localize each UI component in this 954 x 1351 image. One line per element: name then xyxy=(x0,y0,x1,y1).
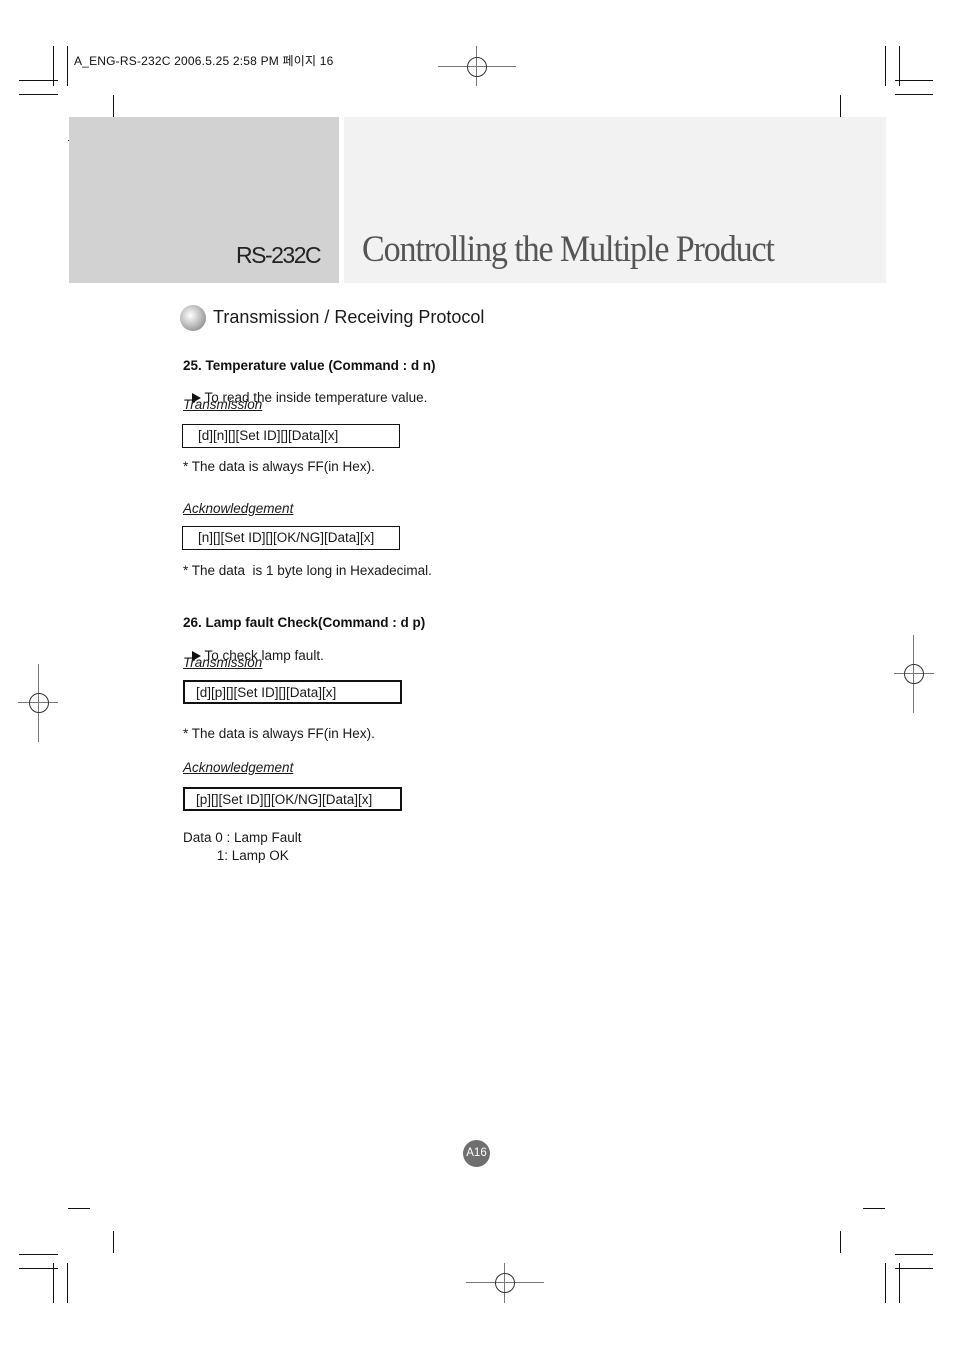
crop-mark xyxy=(840,95,841,117)
transmission-note: * The data is always FF(in Hex). xyxy=(183,459,375,474)
item-title: 25. Temperature value (Command : d n) xyxy=(183,358,436,373)
transmission-label: Transmission xyxy=(183,397,263,412)
crop-mark xyxy=(895,1254,933,1255)
registration-mark-icon xyxy=(894,635,934,713)
crop-mark xyxy=(53,1263,54,1303)
transmission-code-box: [d][p][][Set ID][][Data][x] xyxy=(183,680,402,704)
data-value-line: 1: Lamp OK xyxy=(183,848,289,863)
acknowledgement-code-box: [p][][Set ID][][OK/NG][Data][x] xyxy=(183,787,402,811)
crop-mark xyxy=(885,1263,886,1303)
acknowledgement-label: Acknowledgement xyxy=(183,501,294,516)
crop-mark xyxy=(19,94,58,95)
registration-mark-icon xyxy=(466,1263,544,1303)
crop-mark xyxy=(67,46,68,86)
page-number-badge: A16 xyxy=(463,1140,490,1167)
print-slug: A_ENG-RS-232C 2006.5.25 2:58 PM 페이지 16 xyxy=(74,54,334,68)
section-heading: Transmission / Receiving Protocol xyxy=(213,307,485,327)
crop-mark xyxy=(885,46,886,86)
transmission-code-box: [d][n][][Set ID][][Data][x] xyxy=(182,424,400,448)
crop-mark xyxy=(19,80,58,81)
crop-mark xyxy=(113,95,114,117)
crop-mark xyxy=(68,1208,90,1209)
crop-mark xyxy=(895,1268,933,1269)
crop-mark xyxy=(895,80,933,81)
registration-mark-icon xyxy=(18,664,58,742)
transmission-label: Transmission xyxy=(183,655,263,670)
acknowledgement-label: Acknowledgement xyxy=(183,760,294,775)
registration-mark-icon xyxy=(438,46,516,86)
gray-sphere-bullet-icon xyxy=(180,305,206,331)
crop-mark xyxy=(67,1263,68,1303)
crop-mark xyxy=(895,94,933,95)
crop-mark xyxy=(863,1208,885,1209)
crop-mark xyxy=(113,1231,114,1253)
page-title: Controlling the Multiple Product xyxy=(362,229,775,270)
data-value-line: Data 0 : Lamp Fault xyxy=(183,830,302,845)
crop-mark xyxy=(19,1254,58,1255)
crop-mark xyxy=(840,1231,841,1253)
acknowledgement-code-box: [n][][Set ID][][OK/NG][Data][x] xyxy=(182,526,400,550)
acknowledgement-note: * The data is 1 byte long in Hexadecimal… xyxy=(183,563,432,578)
item-title: 26. Lamp fault Check(Command : d p) xyxy=(183,615,426,630)
crop-mark xyxy=(899,1263,900,1303)
transmission-note: * The data is always FF(in Hex). xyxy=(183,726,375,741)
section-label: RS-232C xyxy=(236,242,322,268)
